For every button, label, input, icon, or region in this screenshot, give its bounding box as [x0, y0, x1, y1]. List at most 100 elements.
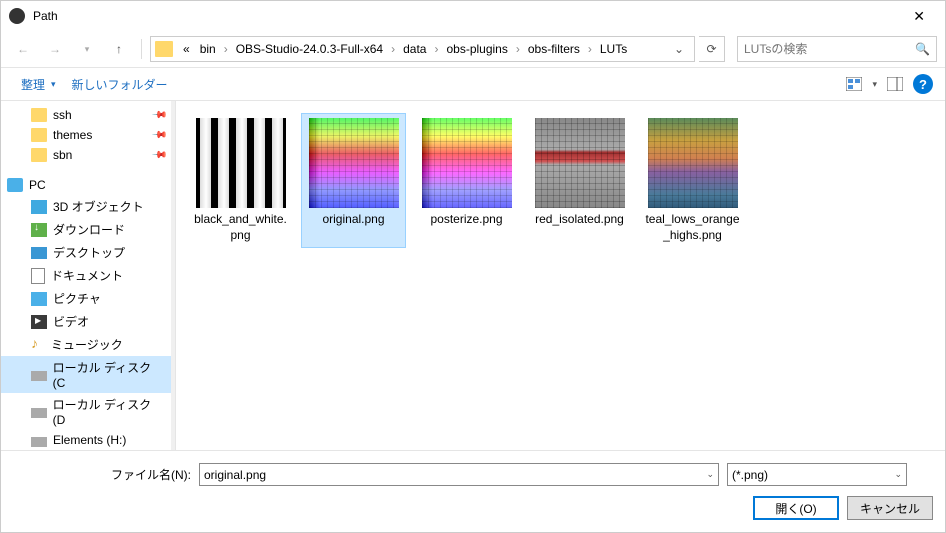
- chevron-right-icon: ›: [514, 42, 522, 56]
- sidebar-label: ssh: [53, 108, 72, 122]
- file-thumbnail: [648, 118, 738, 208]
- window-title: Path: [33, 9, 901, 23]
- filetype-value: (*.png): [732, 468, 894, 482]
- sidebar: ssh 📌 themes📌 sbn 📌 PC 3D オブジェクトダウンロードデスクト…: [1, 101, 171, 450]
- address-history-dropdown[interactable]: ⌄: [668, 42, 690, 56]
- sidebar-item[interactable]: ドキュメント: [1, 264, 171, 287]
- sidebar-item[interactable]: 3D オブジェクト: [1, 195, 171, 218]
- sidebar-item[interactable]: ミュージック: [1, 333, 171, 356]
- file-thumbnail: [535, 118, 625, 208]
- breadcrumb-seg[interactable]: obs-plugins: [442, 40, 511, 58]
- chevron-right-icon: ›: [586, 42, 594, 56]
- toolbar: 整理 新しいフォルダー ▾ ?: [1, 67, 945, 101]
- breadcrumb-seg[interactable]: LUTs: [596, 40, 631, 58]
- organize-menu[interactable]: 整理: [13, 72, 64, 97]
- view-dropdown-icon[interactable]: ▾: [872, 79, 877, 90]
- folder-icon: [155, 41, 173, 57]
- file-item[interactable]: black_and_white.png: [188, 113, 293, 248]
- sidebar-label: PC: [29, 178, 46, 192]
- main-area: ssh 📌 themes📌 sbn 📌 PC 3D オブジェクトダウンロードデスクト…: [1, 101, 945, 450]
- new-folder-button[interactable]: 新しいフォルダー: [64, 72, 176, 97]
- file-item[interactable]: red_isolated.png: [527, 113, 632, 248]
- sidebar-item-pc[interactable]: PC: [1, 175, 171, 195]
- search-icon: 🔍: [915, 42, 930, 56]
- filename-input[interactable]: [204, 468, 706, 482]
- forward-button[interactable]: →: [41, 35, 69, 63]
- sidebar-item[interactable]: デスクトップ: [1, 241, 171, 264]
- sidebar-item-themes[interactable]: themes📌: [1, 125, 171, 145]
- drive-icon: [31, 371, 47, 381]
- filetype-combobox[interactable]: (*.png) ⌄: [727, 463, 907, 486]
- breadcrumb-prefix[interactable]: «: [179, 40, 194, 58]
- view-options-button[interactable]: [844, 74, 864, 94]
- refresh-button[interactable]: ⟳: [699, 36, 725, 62]
- sidebar-item[interactable]: ローカル ディスク (D: [1, 393, 171, 430]
- search-box[interactable]: 🔍: [737, 36, 937, 62]
- filename-label: ファイル名(N):: [111, 466, 191, 483]
- sidebar-label: sbn: [53, 148, 72, 162]
- folder-icon: [31, 128, 47, 142]
- sidebar-label: デスクトップ: [53, 244, 125, 261]
- sidebar-item[interactable]: ピクチャ: [1, 287, 171, 310]
- sidebar-label: ドキュメント: [51, 267, 123, 284]
- pin-icon: 📌: [150, 127, 167, 144]
- search-input[interactable]: [744, 42, 915, 56]
- sidebar-item-ssh[interactable]: ssh 📌: [1, 105, 171, 125]
- close-button[interactable]: ✕: [901, 4, 937, 29]
- sidebar-label: 3D オブジェクト: [53, 198, 144, 215]
- filename-combobox[interactable]: ⌄: [199, 463, 719, 486]
- dropdown-icon[interactable]: ⌄: [706, 469, 714, 480]
- file-name: black_and_white.png: [193, 212, 288, 243]
- recent-chevron[interactable]: ▾: [73, 35, 101, 63]
- drive-icon: [31, 408, 47, 418]
- file-item[interactable]: original.png: [301, 113, 406, 248]
- mus-icon: [31, 337, 45, 353]
- up-button[interactable]: ↑: [105, 35, 133, 63]
- desk-icon: [31, 247, 47, 259]
- chevron-right-icon: ›: [389, 42, 397, 56]
- pin-icon: 📌: [150, 147, 167, 164]
- doc-icon: [31, 268, 45, 284]
- dropdown-icon[interactable]: ⌄: [894, 469, 902, 480]
- back-button[interactable]: ←: [9, 35, 37, 63]
- sidebar-item[interactable]: ローカル ディスク (C: [1, 356, 171, 393]
- sidebar-label: ローカル ディスク (C: [53, 359, 165, 390]
- address-bar[interactable]: « bin› OBS-Studio-24.0.3-Full-x64› data›…: [150, 36, 695, 62]
- file-item[interactable]: posterize.png: [414, 113, 519, 248]
- file-thumbnail: [196, 118, 286, 208]
- file-list[interactable]: black_and_white.png original.png posterize…: [175, 101, 945, 450]
- breadcrumb-seg[interactable]: OBS-Studio-24.0.3-Full-x64: [232, 40, 387, 58]
- sidebar-label: ビデオ: [53, 313, 89, 330]
- file-thumbnail: [309, 118, 399, 208]
- folder-icon: [31, 108, 47, 122]
- preview-pane-button[interactable]: [885, 74, 905, 94]
- sidebar-label: ミュージック: [51, 336, 123, 353]
- file-item[interactable]: teal_lows_orange_highs.png: [640, 113, 745, 248]
- 3d-icon: [31, 200, 47, 214]
- titlebar: Path ✕: [1, 1, 945, 31]
- sidebar-item[interactable]: ダウンロード: [1, 218, 171, 241]
- file-name: red_isolated.png: [535, 212, 624, 228]
- breadcrumb-seg[interactable]: data: [399, 40, 430, 58]
- cancel-button[interactable]: キャンセル: [847, 496, 933, 520]
- open-button[interactable]: 開く(O): [753, 496, 839, 520]
- navbar: ← → ▾ ↑ « bin › OBS-Studio-24.0.3-Full-x6…: [1, 31, 945, 67]
- file-name: original.png: [322, 212, 384, 228]
- sidebar-item[interactable]: Elements (H:): [1, 430, 171, 450]
- app-icon: [9, 8, 25, 24]
- vid-icon: [31, 315, 47, 329]
- file-name: posterize.png: [430, 212, 502, 228]
- separator: [141, 39, 142, 59]
- file-thumbnail: [422, 118, 512, 208]
- help-button[interactable]: ?: [913, 74, 933, 94]
- breadcrumb-seg[interactable]: obs-filters: [524, 40, 584, 58]
- file-name: teal_lows_orange_highs.png: [645, 212, 740, 243]
- folder-icon: [31, 148, 47, 162]
- breadcrumb-seg[interactable]: bin: [196, 40, 220, 58]
- pc-icon: [7, 178, 23, 192]
- pin-icon: 📌: [150, 107, 167, 124]
- footer: ファイル名(N): ⌄ (*.png) ⌄ 開く(O) キャンセル: [1, 450, 945, 532]
- sidebar-item-sbn[interactable]: sbn 📌: [1, 145, 171, 165]
- pic-icon: [31, 292, 47, 306]
- sidebar-item[interactable]: ビデオ: [1, 310, 171, 333]
